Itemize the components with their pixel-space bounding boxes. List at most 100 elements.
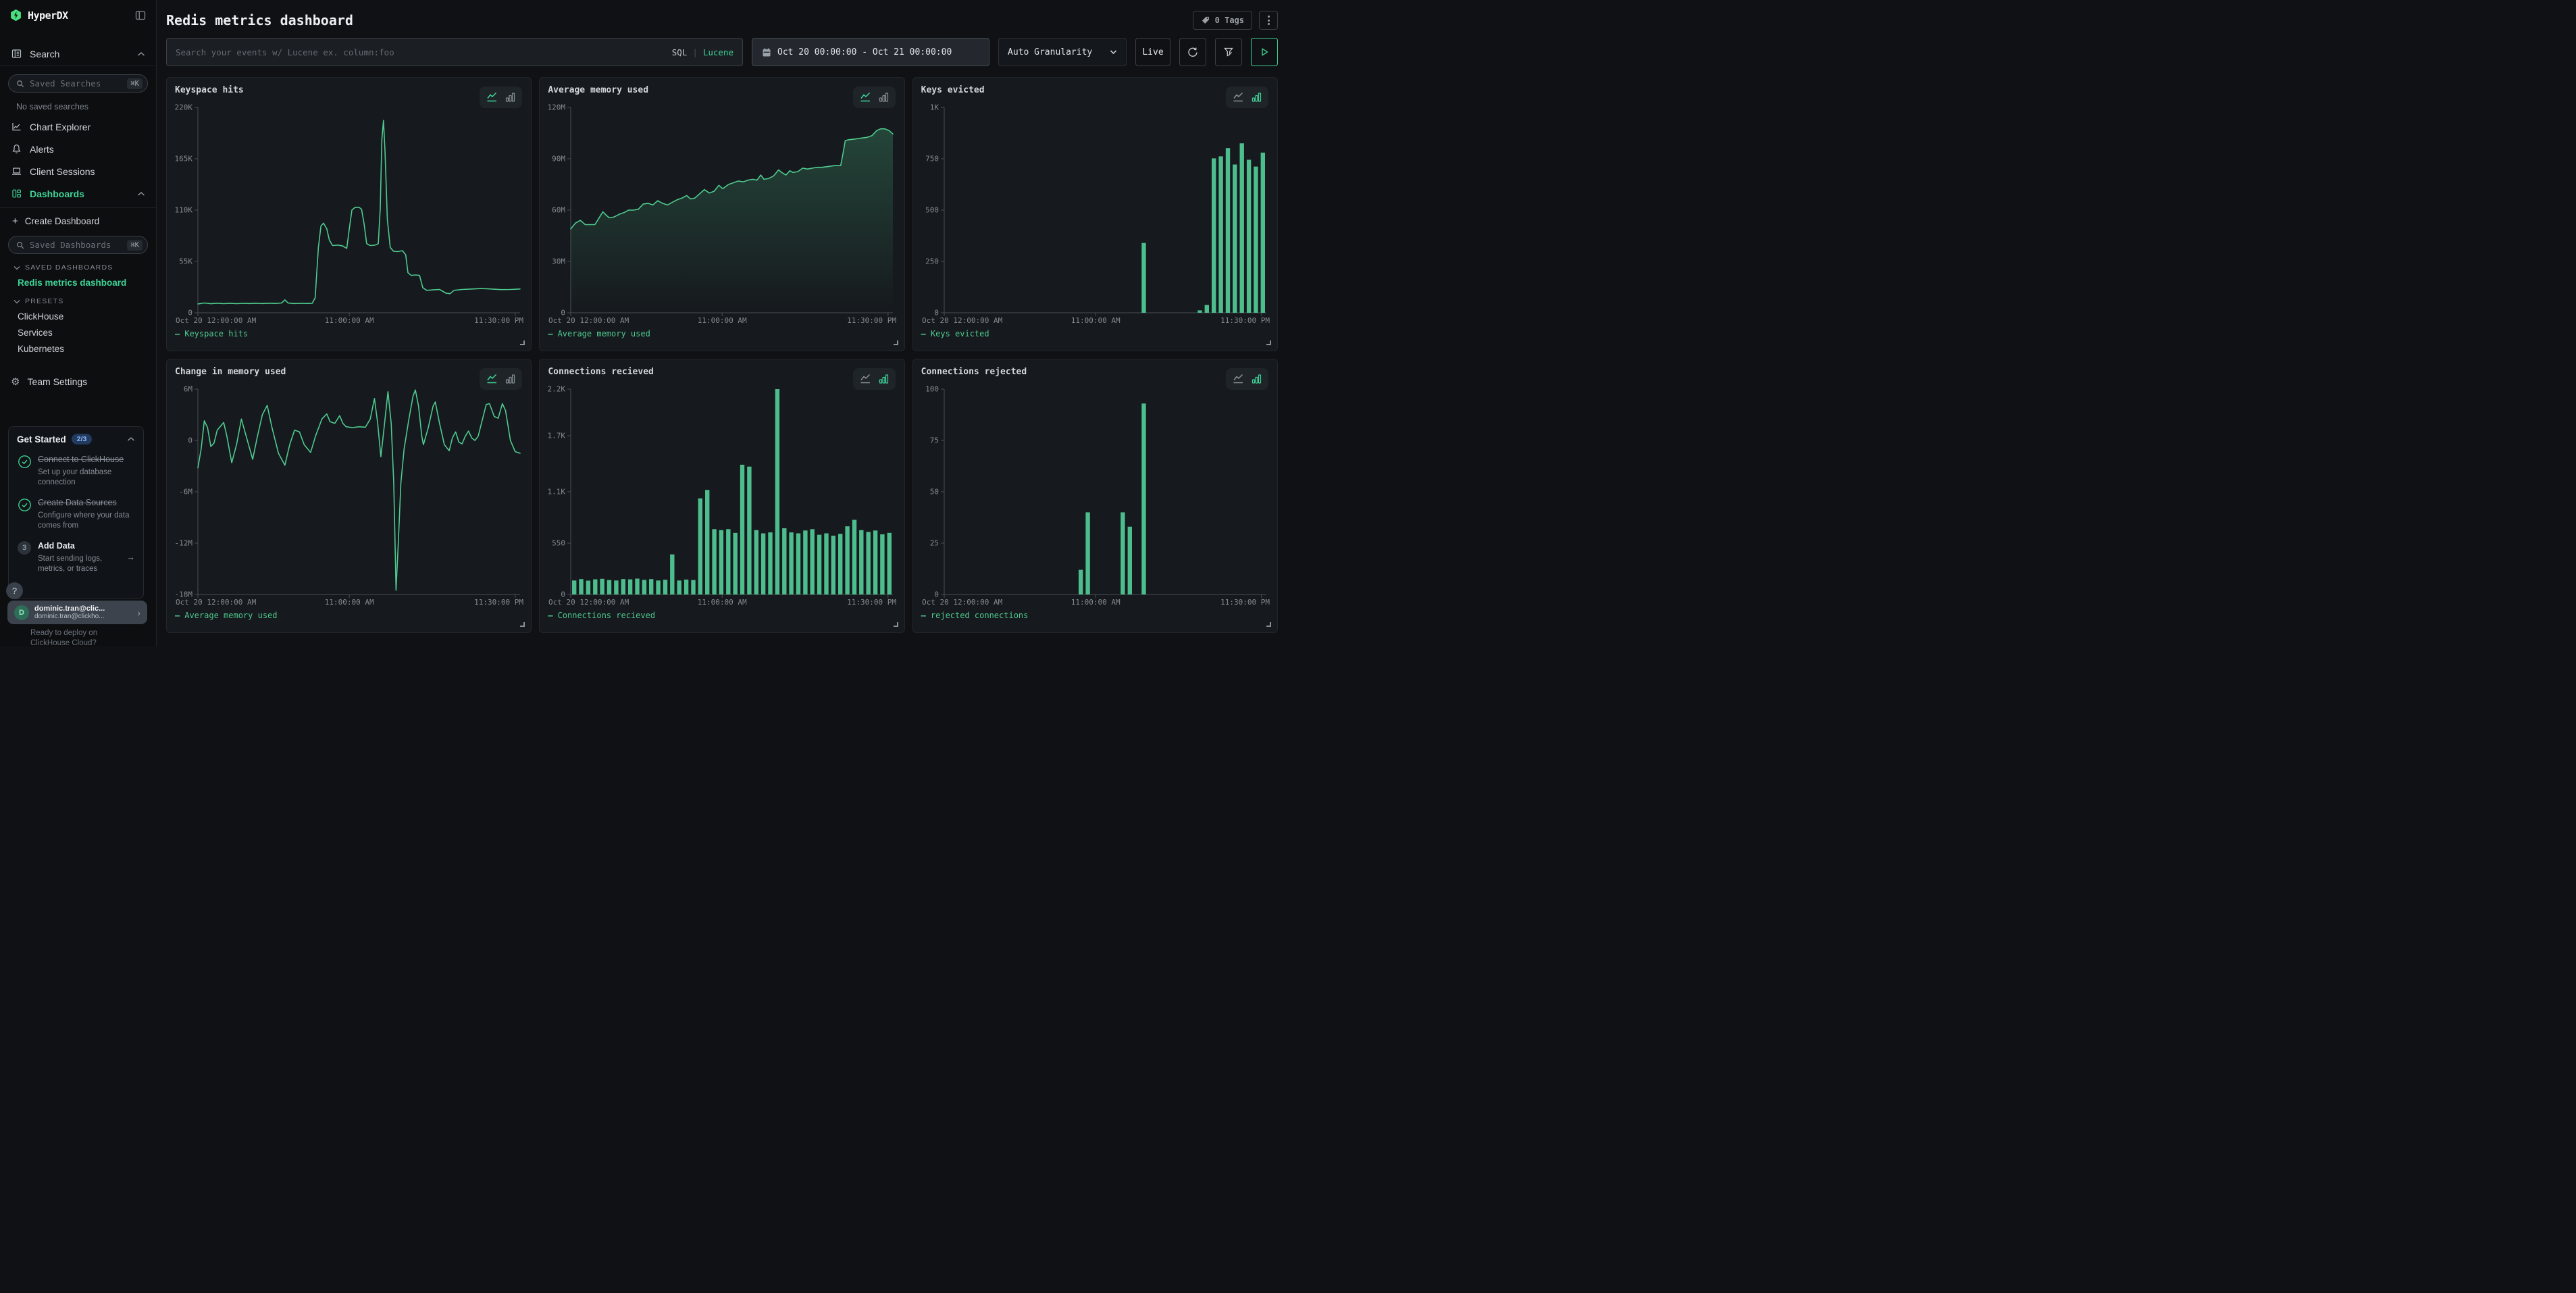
bar-view-icon[interactable] [505,92,515,103]
chevron-down-icon [14,265,20,270]
panel-resize-handle[interactable] [894,340,898,345]
chart-canvas[interactable]: 0255075100Oct 20 12:00:00 AM11:00:00 AM1… [921,380,1270,609]
line-view-icon[interactable] [486,374,498,384]
chevron-down-icon [1110,49,1117,55]
svg-text:-6M: -6M [179,488,192,497]
svg-text:55K: 55K [179,257,192,266]
sidebar-item-alerts[interactable]: Alerts [0,138,156,160]
saved-dashboards-input[interactable]: Saved Dashboards ⌘K [8,236,148,254]
chart-canvas[interactable]: 05501.1K1.7K2.2KOct 20 12:00:00 AM11:00:… [548,380,897,609]
chart-legend: —Keyspace hits [175,329,523,338]
chart-title: Keyspace hits [175,85,523,95]
saved-dashboards-placeholder: Saved Dashboards [30,240,122,250]
granularity-select[interactable]: Auto Granularity [998,38,1127,66]
panel-resize-handle[interactable] [520,622,525,627]
svg-text:11:30:00 PM: 11:30:00 PM [474,316,523,325]
svg-text:220K: 220K [175,103,192,112]
get-started-step-add-data[interactable]: 3 Add Data Start sending logs, metrics, … [17,540,135,574]
user-email-secondary: dominic.tran@clickho... [34,613,132,620]
help-button[interactable]: ? [6,582,23,599]
chart-title: Connections recieved [548,367,896,377]
legend-swatch: — [548,611,552,620]
chart-canvas[interactable]: 030M60M90M120MOct 20 12:00:00 AM11:00:00… [548,98,897,328]
chart-view-toggle [1226,368,1268,390]
refresh-icon [1187,46,1199,58]
svg-text:Oct 20 12:00:00 AM: Oct 20 12:00:00 AM [922,316,1003,325]
arrow-right-icon: → [126,552,135,562]
sidebar-item-label: Client Sessions [30,166,145,177]
sidebar-item-client-sessions[interactable]: Client Sessions [0,160,156,182]
chart-title: Average memory used [548,85,896,95]
date-range-picker[interactable]: Oct 20 00:00:00 - Oct 21 00:00:00 [752,38,989,66]
chart-line-icon [11,121,22,132]
chart-canvas[interactable]: -18M-12M-6M06MOct 20 12:00:00 AM11:00:00… [175,380,524,609]
panel-resize-handle[interactable] [520,340,525,345]
bar-view-icon[interactable] [1252,92,1262,103]
sidebar-item-search[interactable]: Search [0,42,156,66]
search-input[interactable] [176,47,665,57]
bar-view-icon[interactable] [879,92,889,103]
toolbar: SQL | Lucene Oct 20 00:00:00 - Oct 21 00… [166,38,1278,66]
gear-icon: ⚙ [11,376,20,388]
step-title: Connect to ClickHouse [38,455,124,464]
chart-legend: —rejected connections [921,611,1269,620]
presets-header[interactable]: PRESETS [0,288,156,305]
line-view-icon[interactable] [486,92,498,103]
run-query-button[interactable] [1251,38,1278,66]
bar-view-icon[interactable] [1252,374,1262,384]
brand-row: HyperDX [0,0,156,22]
svg-text:11:00:00 AM: 11:00:00 AM [1071,316,1120,325]
create-dashboard-label: Create Dashboard [25,216,99,226]
chart-view-toggle [480,368,522,390]
panel-resize-handle[interactable] [1266,340,1271,345]
sidebar-item-chart-explorer[interactable]: Chart Explorer [0,116,156,138]
get-started-step-connect[interactable]: Connect to ClickHouse Set up your databa… [17,453,135,488]
svg-text:30M: 30M [552,257,565,266]
svg-text:11:00:00 AM: 11:00:00 AM [325,598,374,607]
avatar: D [14,605,29,620]
saved-dashboard-item[interactable]: Redis metrics dashboard [0,272,156,288]
line-view-icon[interactable] [860,374,871,384]
line-view-icon[interactable] [860,92,871,103]
svg-text:1K: 1K [929,103,939,112]
line-view-icon[interactable] [1233,374,1244,384]
preset-item-clickhouse[interactable]: ClickHouse [0,305,156,322]
svg-text:11:30:00 PM: 11:30:00 PM [847,316,896,325]
sidebar-item-team-settings[interactable]: ⚙ Team Settings [0,370,156,393]
saved-dashboards-header[interactable]: SAVED DASHBOARDS [0,254,156,272]
chart-canvas[interactable]: 02505007501KOct 20 12:00:00 AM11:00:00 A… [921,98,1270,328]
svg-text:25: 25 [929,539,938,548]
search-section-icon [11,48,22,59]
sql-toggle[interactable]: SQL [672,47,688,57]
panel-menu-button[interactable] [1259,11,1278,30]
panel-resize-handle[interactable] [894,622,898,627]
step-title: Add Data [38,541,75,551]
user-account-button[interactable]: D dominic.tran@clic... dominic.tran@clic… [7,601,147,624]
panel-resize-handle[interactable] [1266,622,1271,627]
lucene-toggle[interactable]: Lucene [703,47,733,57]
bar-view-icon[interactable] [879,374,889,384]
page-title: Redis metrics dashboard [166,12,1193,28]
preset-item-services[interactable]: Services [0,322,156,338]
bar-view-icon[interactable] [505,374,515,384]
refresh-button[interactable] [1179,38,1206,66]
tags-button[interactable]: 0 Tags [1193,11,1252,30]
create-dashboard-button[interactable]: + Create Dashboard [0,208,156,228]
filter-button[interactable] [1215,38,1242,66]
saved-searches-placeholder: Saved Searches [30,78,122,88]
sidebar-item-dashboards[interactable]: Dashboards [0,182,156,205]
line-view-icon[interactable] [1233,92,1244,103]
svg-text:100: 100 [925,385,939,394]
collapse-sidebar-button[interactable] [134,9,147,22]
get-started-progress-badge: 2/3 [72,434,93,445]
chevron-up-icon [127,436,135,442]
event-search-box: SQL | Lucene [166,38,743,66]
get-started-header[interactable]: Get Started 2/3 [17,434,135,445]
preset-item-kubernetes[interactable]: Kubernetes [0,338,156,354]
sidebar-item-label: Dashboards [30,188,130,199]
get-started-step-sources[interactable]: Create Data Sources Configure where your… [17,497,135,531]
live-button[interactable]: Live [1135,38,1170,66]
tag-icon [1201,16,1210,25]
chart-canvas[interactable]: 055K110K165K220KOct 20 12:00:00 AM11:00:… [175,98,524,328]
saved-searches-input[interactable]: Saved Searches ⌘K [8,74,148,93]
